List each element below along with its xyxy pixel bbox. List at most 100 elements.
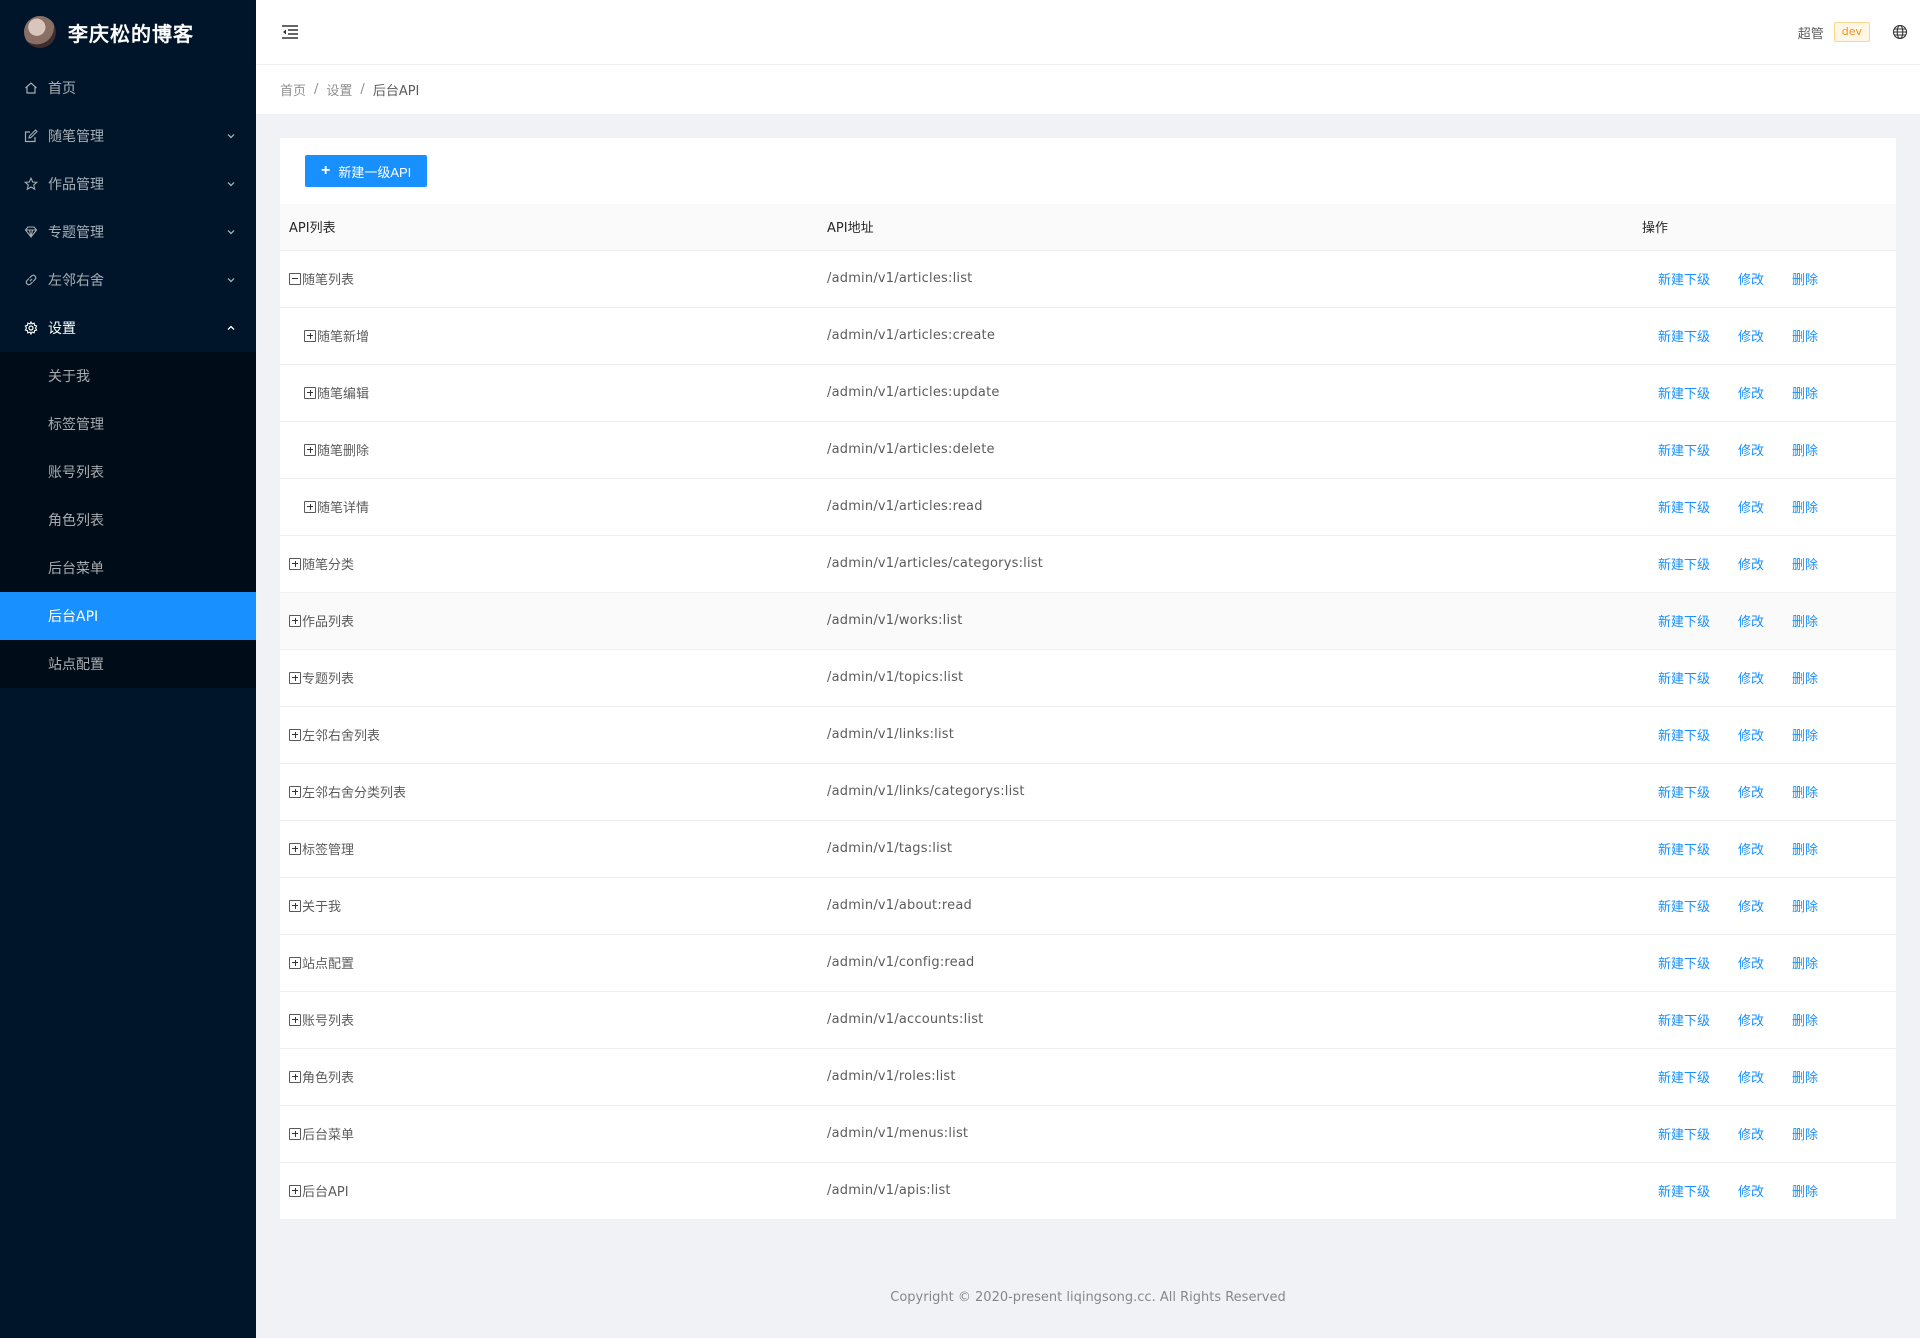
delete-link[interactable]: 删除 [1792, 953, 1818, 972]
expand-icon[interactable] [304, 500, 316, 513]
edit-link[interactable]: 修改 [1738, 896, 1764, 915]
logo[interactable]: 李庆松的博客 [0, 0, 256, 64]
table-row[interactable]: 标签管理/admin/v1/tags:list 新建下级 修改 删除 [280, 820, 1896, 878]
delete-link[interactable]: 删除 [1792, 668, 1818, 687]
sidebar-item-accounts[interactable]: 账号列表 [0, 448, 256, 496]
add-child-link[interactable]: 新建下级 [1658, 1010, 1710, 1029]
delete-link[interactable]: 删除 [1792, 1124, 1818, 1143]
sidebar-item-about[interactable]: 关于我 [0, 352, 256, 400]
table-row[interactable]: 账号列表/admin/v1/accounts:list 新建下级 修改 删除 [280, 991, 1896, 1049]
collapse-icon[interactable] [289, 272, 301, 285]
edit-link[interactable]: 修改 [1738, 782, 1764, 801]
add-child-link[interactable]: 新建下级 [1658, 896, 1710, 915]
table-row[interactable]: 随笔分类/admin/v1/articles/categorys:list 新建下… [280, 535, 1896, 593]
delete-link[interactable]: 删除 [1792, 554, 1818, 573]
edit-link[interactable]: 修改 [1738, 1124, 1764, 1143]
edit-link[interactable]: 修改 [1738, 383, 1764, 402]
edit-link[interactable]: 修改 [1738, 725, 1764, 744]
expand-icon[interactable] [289, 785, 301, 798]
add-child-link[interactable]: 新建下级 [1658, 383, 1710, 402]
table-row[interactable]: 作品列表/admin/v1/works:list 新建下级 修改 删除 [280, 592, 1896, 650]
delete-link[interactable]: 删除 [1792, 611, 1818, 630]
delete-link[interactable]: 删除 [1792, 839, 1818, 858]
edit-link[interactable]: 修改 [1738, 1010, 1764, 1029]
breadcrumb-home[interactable]: 首页 [280, 80, 306, 99]
delete-link[interactable]: 删除 [1792, 497, 1818, 516]
add-child-link[interactable]: 新建下级 [1658, 839, 1710, 858]
table-row[interactable]: 随笔新增/admin/v1/articles:create 新建下级 修改 删除 [280, 307, 1896, 365]
edit-link[interactable]: 修改 [1738, 953, 1764, 972]
expand-icon[interactable] [304, 443, 316, 456]
edit-link[interactable]: 修改 [1738, 554, 1764, 573]
expand-icon[interactable] [289, 842, 301, 855]
sidebar-item-roles[interactable]: 角色列表 [0, 496, 256, 544]
delete-link[interactable]: 删除 [1792, 269, 1818, 288]
sidebar-item-settings[interactable]: 设置 [0, 304, 256, 352]
edit-link[interactable]: 修改 [1738, 497, 1764, 516]
table-row[interactable]: 专题列表/admin/v1/topics:list 新建下级 修改 删除 [280, 649, 1896, 707]
sidebar-item-topics[interactable]: 专题管理 [0, 208, 256, 256]
sidebar-item-works[interactable]: 作品管理 [0, 160, 256, 208]
add-child-link[interactable]: 新建下级 [1658, 611, 1710, 630]
add-child-link[interactable]: 新建下级 [1658, 782, 1710, 801]
delete-link[interactable]: 删除 [1792, 1181, 1818, 1200]
delete-link[interactable]: 删除 [1792, 725, 1818, 744]
table-row[interactable]: 后台API/admin/v1/apis:list 新建下级 修改 删除 [280, 1162, 1896, 1220]
add-child-link[interactable]: 新建下级 [1658, 668, 1710, 687]
edit-link[interactable]: 修改 [1738, 668, 1764, 687]
table-row[interactable]: 后台菜单/admin/v1/menus:list 新建下级 修改 删除 [280, 1105, 1896, 1163]
expand-icon[interactable] [289, 1013, 301, 1026]
sidebar-item-apis[interactable]: 后台API [0, 592, 256, 640]
delete-link[interactable]: 删除 [1792, 782, 1818, 801]
sidebar-item-menus[interactable]: 后台菜单 [0, 544, 256, 592]
add-child-link[interactable]: 新建下级 [1658, 1181, 1710, 1200]
expand-icon[interactable] [289, 671, 301, 684]
edit-link[interactable]: 修改 [1738, 611, 1764, 630]
add-child-link[interactable]: 新建下级 [1658, 725, 1710, 744]
sidebar-item-site-config[interactable]: 站点配置 [0, 640, 256, 688]
expand-icon[interactable] [289, 1070, 301, 1083]
sidebar-item-links[interactable]: 左邻右舍 [0, 256, 256, 304]
edit-link[interactable]: 修改 [1738, 440, 1764, 459]
table-row[interactable]: 随笔编辑/admin/v1/articles:update 新建下级 修改 删除 [280, 364, 1896, 422]
delete-link[interactable]: 删除 [1792, 440, 1818, 459]
table-row[interactable]: 站点配置/admin/v1/config:read 新建下级 修改 删除 [280, 934, 1896, 992]
edit-link[interactable]: 修改 [1738, 1181, 1764, 1200]
expand-icon[interactable] [289, 956, 301, 969]
sidebar-item-tags[interactable]: 标签管理 [0, 400, 256, 448]
add-child-link[interactable]: 新建下级 [1658, 440, 1710, 459]
add-child-link[interactable]: 新建下级 [1658, 1124, 1710, 1143]
table-row[interactable]: 关于我/admin/v1/about:read 新建下级 修改 删除 [280, 877, 1896, 935]
table-row[interactable]: 随笔详情/admin/v1/articles:read 新建下级 修改 删除 [280, 478, 1896, 536]
edit-link[interactable]: 修改 [1738, 839, 1764, 858]
add-child-link[interactable]: 新建下级 [1658, 497, 1710, 516]
expand-icon[interactable] [289, 557, 301, 570]
new-api-button[interactable]: + 新建一级API [305, 155, 428, 187]
add-child-link[interactable]: 新建下级 [1658, 1067, 1710, 1086]
table-row[interactable]: 随笔列表/admin/v1/articles:list 新建下级 修改 删除 [280, 250, 1896, 308]
sidebar-item-notes[interactable]: 随笔管理 [0, 112, 256, 160]
edit-link[interactable]: 修改 [1738, 326, 1764, 345]
delete-link[interactable]: 删除 [1792, 383, 1818, 402]
table-row[interactable]: 角色列表/admin/v1/roles:list 新建下级 修改 删除 [280, 1048, 1896, 1106]
user-name[interactable]: 超管 [1798, 23, 1824, 42]
delete-link[interactable]: 删除 [1792, 1067, 1818, 1086]
breadcrumb-settings[interactable]: 设置 [326, 80, 352, 99]
table-row[interactable]: 左邻右舍分类列表/admin/v1/links/categorys:list 新建… [280, 763, 1896, 821]
table-row[interactable]: 随笔删除/admin/v1/articles:delete 新建下级 修改 删除 [280, 421, 1896, 479]
table-row[interactable]: 左邻右舍列表/admin/v1/links:list 新建下级 修改 删除 [280, 706, 1896, 764]
expand-icon[interactable] [304, 329, 316, 342]
add-child-link[interactable]: 新建下级 [1658, 953, 1710, 972]
edit-link[interactable]: 修改 [1738, 269, 1764, 288]
expand-icon[interactable] [289, 614, 301, 627]
delete-link[interactable]: 删除 [1792, 326, 1818, 345]
delete-link[interactable]: 删除 [1792, 1010, 1818, 1029]
expand-icon[interactable] [304, 386, 316, 399]
menu-fold-icon[interactable] [280, 22, 300, 42]
add-child-link[interactable]: 新建下级 [1658, 269, 1710, 288]
delete-link[interactable]: 删除 [1792, 896, 1818, 915]
expand-icon[interactable] [289, 899, 301, 912]
edit-link[interactable]: 修改 [1738, 1067, 1764, 1086]
expand-icon[interactable] [289, 728, 301, 741]
add-child-link[interactable]: 新建下级 [1658, 326, 1710, 345]
